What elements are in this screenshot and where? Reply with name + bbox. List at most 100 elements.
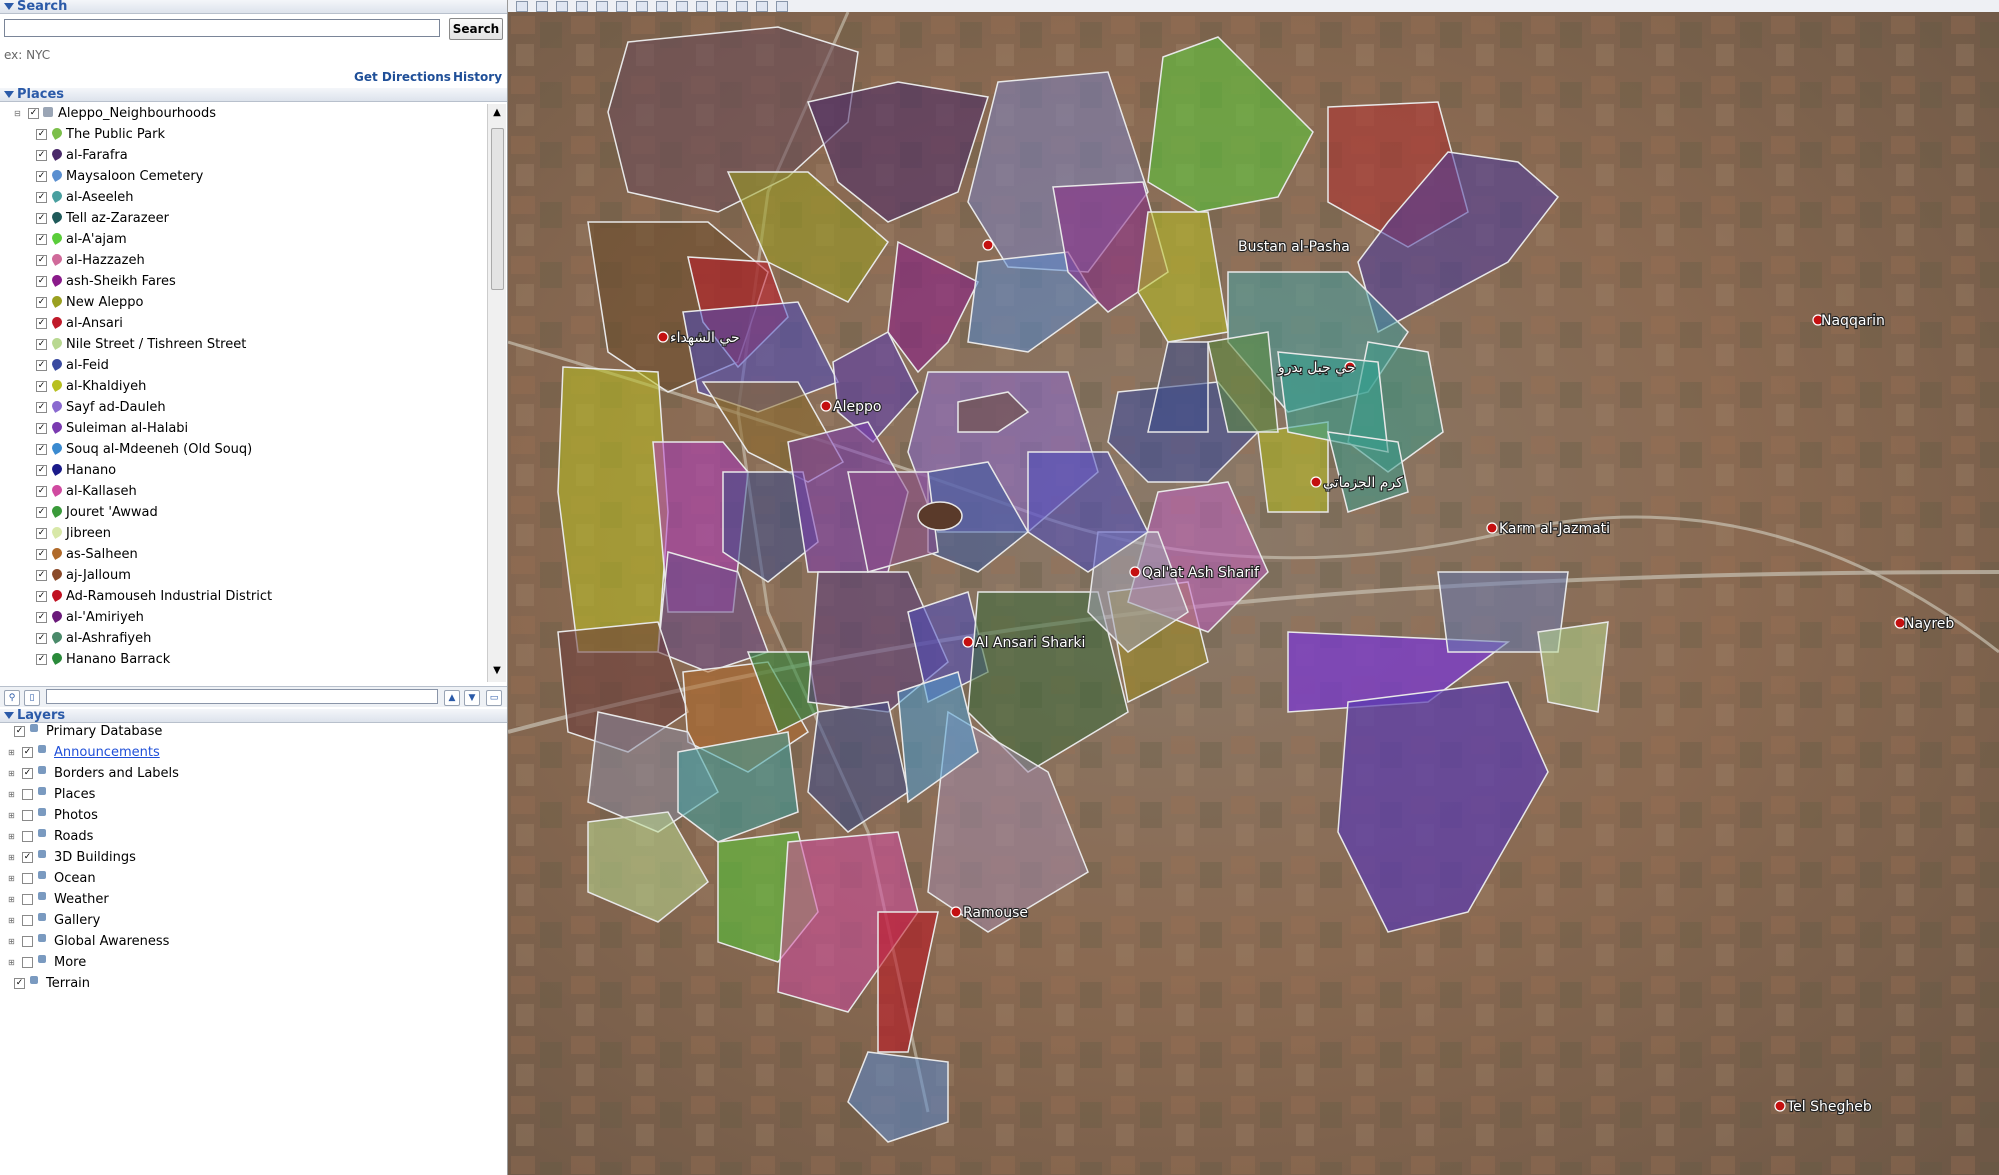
- layer-item[interactable]: ⊞ Roads: [0, 827, 507, 847]
- map-label[interactable]: Tel Shegheb: [1785, 1098, 1873, 1116]
- email-icon[interactable]: [716, 1, 728, 12]
- place-item[interactable]: ✓ Jibreen: [0, 524, 487, 544]
- layer-item[interactable]: ✓ Primary Database: [0, 722, 507, 742]
- map-label[interactable]: Ramouse: [962, 904, 1029, 922]
- collapse-triangle-icon[interactable]: [4, 91, 14, 98]
- place-checkbox[interactable]: ✓: [36, 150, 47, 161]
- search-places-icon[interactable]: ⚲: [4, 690, 20, 706]
- search-input[interactable]: [4, 19, 440, 37]
- map-pin-icon[interactable]: [1486, 522, 1498, 534]
- place-item[interactable]: ✓ al-Hazzazeh: [0, 251, 487, 271]
- place-checkbox[interactable]: ✓: [36, 423, 47, 434]
- move-up-icon[interactable]: ▲: [444, 690, 460, 706]
- map-pin-icon[interactable]: [982, 239, 994, 251]
- place-item[interactable]: ✓ al-Feid: [0, 356, 487, 376]
- expand-plus-icon[interactable]: ⊞: [8, 875, 15, 883]
- layer-item[interactable]: ⊞ Weather: [0, 890, 507, 910]
- tour-icon[interactable]: [616, 1, 628, 12]
- place-checkbox[interactable]: ✓: [36, 297, 47, 308]
- map-pin-icon[interactable]: [820, 400, 832, 412]
- expand-plus-icon[interactable]: ⊞: [8, 896, 15, 904]
- place-checkbox[interactable]: ✓: [36, 507, 47, 518]
- layer-checkbox[interactable]: [22, 831, 33, 842]
- place-item[interactable]: ✓ Tell az-Zarazeer: [0, 209, 487, 229]
- place-item[interactable]: ✓ aj-Jalloum: [0, 566, 487, 586]
- place-checkbox[interactable]: ✓: [36, 402, 47, 413]
- map-canvas[interactable]: Bustan al-Pasha Naqqarin حي الشهداء حي ج…: [508, 12, 1999, 1175]
- layer-checkbox[interactable]: ✓: [22, 747, 33, 758]
- layer-checkbox[interactable]: [22, 915, 33, 926]
- sun-icon[interactable]: [656, 1, 668, 12]
- layer-checkbox[interactable]: [22, 936, 33, 947]
- place-checkbox[interactable]: ✓: [36, 234, 47, 245]
- place-item[interactable]: ✓ ash-Sheikh Fares: [0, 272, 487, 292]
- expand-plus-icon[interactable]: ⊞: [8, 749, 15, 757]
- place-checkbox[interactable]: ✓: [36, 213, 47, 224]
- history-icon[interactable]: [636, 1, 648, 12]
- layer-item[interactable]: ⊞ ✓ 3D Buildings: [0, 848, 507, 868]
- layer-checkbox[interactable]: [22, 810, 33, 821]
- place-checkbox[interactable]: ✓: [36, 276, 47, 287]
- get-directions-link[interactable]: Get Directions: [354, 70, 451, 84]
- layer-item[interactable]: ⊞ ✓ Borders and Labels: [0, 764, 507, 784]
- layer-checkbox[interactable]: ✓: [14, 978, 25, 989]
- layer-checkbox[interactable]: ✓: [22, 852, 33, 863]
- places-scrollbar[interactable]: ▲ ▼: [487, 104, 506, 682]
- layer-item[interactable]: ⊞ More: [0, 953, 507, 973]
- layer-item[interactable]: ⊞ Photos: [0, 806, 507, 826]
- save-image-icon[interactable]: [756, 1, 768, 12]
- layer-checkbox[interactable]: ✓: [22, 768, 33, 779]
- place-item[interactable]: ✓ Suleiman al-Halabi: [0, 419, 487, 439]
- district-polygon[interactable]: [1537, 621, 1609, 713]
- places-filter-input[interactable]: [46, 689, 438, 704]
- layer-checkbox[interactable]: [22, 873, 33, 884]
- place-checkbox[interactable]: ✓: [36, 444, 47, 455]
- place-item[interactable]: ✓ Jouret 'Awwad: [0, 503, 487, 523]
- search-panel-header[interactable]: Search: [0, 0, 507, 14]
- map-label[interactable]: حي جبل بدرو: [1276, 359, 1357, 377]
- place-item[interactable]: ✓ al-Kallaseh: [0, 482, 487, 502]
- ruler-icon[interactable]: [696, 1, 708, 12]
- layer-item[interactable]: ⊞ ✓ Announcements: [0, 743, 507, 763]
- place-checkbox[interactable]: ✓: [36, 171, 47, 182]
- place-item[interactable]: ✓ al-'Amiriyeh: [0, 608, 487, 628]
- history-link[interactable]: History: [453, 70, 502, 84]
- place-item[interactable]: ✓ Ad-Ramouseh Industrial District: [0, 587, 487, 607]
- map-pin-icon[interactable]: [1774, 1100, 1786, 1112]
- place-item[interactable]: ✓ al-Farafra: [0, 146, 487, 166]
- print-icon[interactable]: [736, 1, 748, 12]
- place-checkbox[interactable]: ✓: [36, 465, 47, 476]
- layers-panel-header[interactable]: Layers: [0, 709, 507, 723]
- map-pin-icon[interactable]: [950, 906, 962, 918]
- place-checkbox[interactable]: ✓: [36, 591, 47, 602]
- place-checkbox[interactable]: ✓: [36, 381, 47, 392]
- satellite-map[interactable]: Bustan al-Pasha Naqqarin حي الشهداء حي ج…: [508, 12, 1999, 1175]
- place-checkbox[interactable]: ✓: [36, 633, 47, 644]
- place-item[interactable]: ✓ Hanano Barrack: [0, 650, 487, 670]
- layer-item[interactable]: ⊞ Ocean: [0, 869, 507, 889]
- place-checkbox[interactable]: ✓: [36, 129, 47, 140]
- expand-plus-icon[interactable]: ⊞: [8, 917, 15, 925]
- place-item[interactable]: ✓ al-Aseeleh: [0, 188, 487, 208]
- planet-icon[interactable]: [676, 1, 688, 12]
- expand-plus-icon[interactable]: ⊞: [8, 959, 15, 967]
- folder-checkbox[interactable]: ✓: [28, 108, 39, 119]
- map-label[interactable]: Nayreb: [1903, 615, 1956, 633]
- scroll-down-icon[interactable]: ▼: [490, 664, 504, 678]
- place-item[interactable]: ✓ New Aleppo: [0, 293, 487, 313]
- place-item[interactable]: ✓ Sayf ad-Dauleh: [0, 398, 487, 418]
- place-item[interactable]: ✓ al-Ashrafiyeh: [0, 629, 487, 649]
- placemark-icon[interactable]: [536, 1, 548, 12]
- places-folder[interactable]: ⊟ ✓ Aleppo_Neighbourhoods: [0, 104, 487, 124]
- expand-plus-icon[interactable]: ⊞: [8, 812, 15, 820]
- layer-checkbox[interactable]: [22, 957, 33, 968]
- map-label[interactable]: حي الشهداء: [669, 329, 741, 347]
- map-label[interactable]: Bustan al-Pasha: [1237, 238, 1351, 256]
- place-checkbox[interactable]: ✓: [36, 549, 47, 560]
- place-checkbox[interactable]: ✓: [36, 654, 47, 665]
- layer-checkbox[interactable]: [22, 894, 33, 905]
- map-label[interactable]: Al Ansari Sharki: [974, 634, 1087, 652]
- map-pin-icon[interactable]: [962, 636, 974, 648]
- place-item[interactable]: ✓ Maysaloon Cemetery: [0, 167, 487, 187]
- open-window-icon[interactable]: ▭: [486, 690, 502, 706]
